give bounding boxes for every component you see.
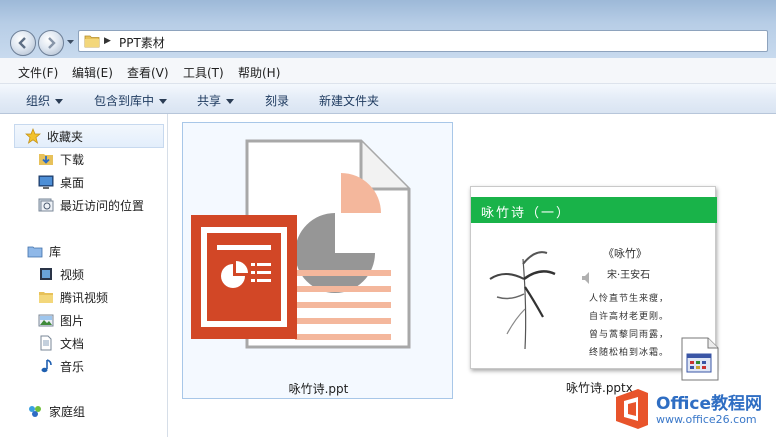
chevron-down-icon: [226, 99, 235, 104]
organize-label: 组织: [26, 94, 51, 108]
homegroup-icon: [29, 406, 41, 417]
sidebar-label: 桌面: [60, 175, 85, 190]
sidebar-label: 图片: [60, 313, 85, 328]
sidebar-label: 收藏夹: [47, 129, 84, 144]
powerpoint-file-icon: [191, 139, 411, 349]
forward-button[interactable]: [38, 30, 64, 56]
sidebar-item-homegroup[interactable]: 家庭组: [27, 401, 85, 421]
poem-line: 自许高材老更刚。: [589, 312, 670, 322]
chevron-down-icon: [159, 99, 168, 104]
address-bar[interactable]: ▶ PPT素材: [78, 30, 768, 52]
sidebar-item-library[interactable]: 库: [27, 241, 61, 261]
sidebar-label: 文档: [60, 336, 85, 351]
menu-view[interactable]: 查看(V): [127, 64, 169, 81]
menu-bar: 文件(F) 编辑(E) 查看(V) 工具(T) 帮助(H): [0, 58, 776, 84]
sidebar-label: 腾讯视频: [60, 290, 109, 305]
pictures-icon: [38, 314, 54, 327]
desktop-icon: [38, 175, 54, 189]
star-icon: [25, 128, 41, 144]
include-library-label: 包含到库中: [94, 94, 155, 108]
sidebar-item-recent[interactable]: 最近访问的位置: [38, 195, 144, 215]
include-library-button[interactable]: 包含到库中: [94, 92, 168, 109]
poem-title: 《咏竹》: [603, 247, 647, 260]
share-button[interactable]: 共享: [197, 92, 235, 109]
sidebar-label: 下载: [60, 152, 85, 167]
watermark-site: www.office26.com: [656, 413, 757, 426]
slide-title: 咏竹诗（一）: [481, 206, 572, 221]
back-arrow-icon: [18, 37, 26, 49]
sidebar-label: 库: [49, 244, 62, 259]
file-name: 咏竹诗.ppt: [288, 382, 349, 396]
bamboo-illustration: [489, 251, 556, 350]
address-path[interactable]: PPT素材: [119, 34, 165, 51]
chevron-down-icon: [55, 99, 64, 104]
organize-button[interactable]: 组织: [26, 92, 64, 109]
folder-icon: [39, 292, 53, 303]
menu-file[interactable]: 文件(F): [18, 64, 58, 81]
watermark-logo: Office教程网 www.office26.com: [608, 383, 776, 437]
video-library-icon: [40, 268, 52, 280]
music-note-icon: [41, 359, 52, 373]
new-folder-button[interactable]: 新建文件夹: [319, 92, 379, 109]
file-item-pptx[interactable]: 咏竹诗（一） 《咏竹》 宋·王安石 人怜直节生来瘦， 自许高材老更刚。 曾与蒿藜…: [458, 122, 728, 399]
office-logo-icon: [616, 389, 648, 429]
documents-icon: [40, 335, 52, 351]
share-label: 共享: [197, 94, 222, 108]
pptx-file-type-overlay-icon: [681, 337, 719, 381]
back-button[interactable]: [10, 30, 36, 56]
poem-author: 宋·王安石: [607, 270, 651, 281]
recent-pages-dropdown-icon[interactable]: [66, 37, 75, 46]
sidebar-item-music[interactable]: 音乐: [38, 356, 84, 376]
menu-edit[interactable]: 编辑(E): [72, 64, 113, 81]
recent-places-icon: [38, 198, 54, 212]
burn-button[interactable]: 刻录: [265, 92, 289, 109]
poem-line: 人怜直节生来瘦，: [589, 294, 670, 304]
sidebar-label: 视频: [60, 267, 85, 282]
slide-title-band: 咏竹诗（一）: [471, 197, 717, 223]
sidebar-item-videos[interactable]: 视频: [38, 264, 84, 284]
sidebar-item-downloads[interactable]: 下载: [38, 149, 84, 169]
poem-line: 终随松柏到冰霜。: [589, 348, 670, 358]
downloads-folder-icon: [39, 154, 53, 165]
forward-arrow-icon: [48, 37, 56, 49]
command-bar: 组织 包含到库中 共享 刻录 新建文件夹: [0, 84, 776, 114]
folder-icon: [84, 35, 100, 48]
file-item-ppt[interactable]: 咏竹诗.ppt: [182, 122, 453, 399]
sidebar-item-pictures[interactable]: 图片: [38, 310, 84, 330]
menu-help[interactable]: 帮助(H): [238, 64, 280, 81]
speaker-icon: [582, 272, 589, 284]
breadcrumb-separator-icon[interactable]: ▶: [104, 36, 111, 46]
sidebar-item-desktop[interactable]: 桌面: [38, 172, 84, 192]
title-bar: ▶ PPT素材: [0, 0, 776, 58]
sidebar-item-tencent-video[interactable]: 腾讯视频: [38, 287, 108, 307]
sidebar-item-documents[interactable]: 文档: [38, 333, 84, 353]
menu-tools[interactable]: 工具(T): [183, 64, 224, 81]
sidebar-label: 音乐: [60, 359, 85, 374]
navigation-pane: 收藏夹 下载 桌面 最近访问的位置 库 视频 腾讯视频 图片 文档 音乐 家庭组: [0, 114, 168, 437]
sidebar-item-favorites[interactable]: 收藏夹: [14, 124, 164, 148]
watermark-brand: Office教程网: [656, 394, 763, 414]
sidebar-label: 最近访问的位置: [60, 198, 145, 213]
sidebar-label: 家庭组: [49, 404, 86, 419]
library-icon: [27, 246, 43, 258]
poem-line: 曾与蒿藜同雨露，: [589, 330, 670, 340]
